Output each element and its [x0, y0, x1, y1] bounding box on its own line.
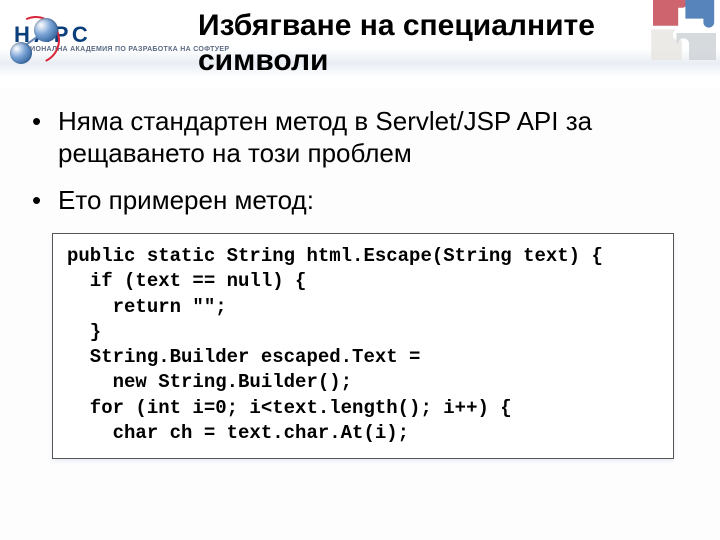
slide-content: Няма стандартен метод в Servlet/JSP API …	[0, 88, 720, 459]
title-line-2: символи	[198, 43, 702, 78]
bullet-list: Няма стандартен метод в Servlet/JSP API …	[22, 106, 698, 217]
title-line-1: Избягване на специалните	[198, 8, 702, 43]
list-item: Ето примерен метод:	[42, 185, 698, 217]
slide-title: Избягване на специалните символи	[198, 8, 702, 79]
list-item: Няма стандартен метод в Servlet/JSP API …	[42, 106, 698, 169]
code-block: public static String html.Escape(String …	[52, 233, 674, 459]
logo: НАРС НАЦИОНАЛНА АКАДЕМИЯ ПО РАЗРАБОТКА Н…	[8, 6, 188, 71]
slide-header: НАРС НАЦИОНАЛНА АКАДЕМИЯ ПО РАЗРАБОТКА Н…	[0, 0, 720, 88]
